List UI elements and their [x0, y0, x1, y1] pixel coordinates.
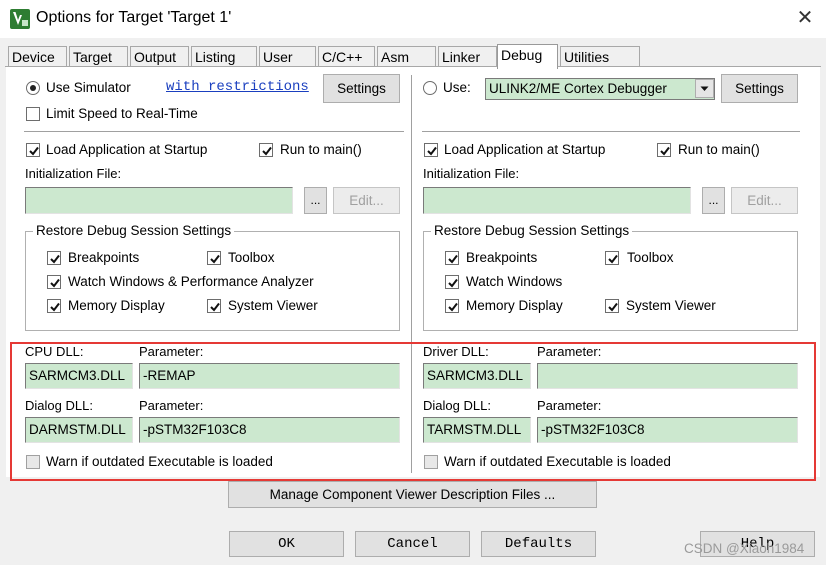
- right-edit-button[interactable]: Edit...: [731, 187, 798, 214]
- right-toolbox-label[interactable]: Toolbox: [627, 250, 674, 265]
- left-run-main-checkbox[interactable]: [259, 143, 273, 157]
- right-toolbox-checkbox[interactable]: [605, 251, 619, 265]
- left-browse-button[interactable]: ...: [304, 187, 327, 214]
- window-title: Options for Target 'Target 1': [36, 9, 232, 26]
- right-init-file-input[interactable]: [423, 187, 691, 214]
- checkmark-icon: [210, 302, 220, 312]
- tab-device[interactable]: Device: [8, 46, 67, 68]
- right-breakpoints-label[interactable]: Breakpoints: [466, 250, 537, 265]
- right-breakpoints-checkbox[interactable]: [445, 251, 459, 265]
- right-watch-label[interactable]: Watch Windows: [466, 274, 562, 289]
- watermark-text: CSDN @Xiaoh1984: [684, 541, 805, 556]
- manage-component-viewer-button[interactable]: Manage Component Viewer Description File…: [228, 481, 597, 508]
- left-breakpoints-checkbox[interactable]: [47, 251, 61, 265]
- checkmark-icon: [262, 146, 272, 156]
- right-restore-group-title: Restore Debug Session Settings: [431, 223, 633, 238]
- use-simulator-label[interactable]: Use Simulator: [46, 80, 131, 95]
- debugger-select-value: ULINK2/ME Cortex Debugger: [489, 81, 667, 96]
- checkmark-icon: [608, 254, 618, 264]
- left-memory-label[interactable]: Memory Display: [68, 298, 165, 313]
- tab-target[interactable]: Target: [69, 46, 128, 68]
- left-sysviewer-checkbox[interactable]: [207, 299, 221, 313]
- dll-highlight-box: [10, 342, 816, 481]
- checkmark-icon: [660, 146, 670, 156]
- simulator-settings-button[interactable]: Settings: [323, 74, 400, 103]
- tab-asm[interactable]: Asm: [377, 46, 436, 68]
- left-init-file-label: Initialization File:: [25, 166, 122, 181]
- left-run-main-label[interactable]: Run to main(): [280, 142, 362, 157]
- tab-utilities[interactable]: Utilities: [560, 46, 640, 68]
- checkmark-icon: [608, 302, 618, 312]
- right-watch-checkbox[interactable]: [445, 275, 459, 289]
- right-load-app-label[interactable]: Load Application at Startup: [444, 142, 605, 157]
- left-breakpoints-label[interactable]: Breakpoints: [68, 250, 139, 265]
- chevron-down-icon[interactable]: [695, 79, 714, 98]
- limit-speed-checkbox[interactable]: [26, 107, 40, 121]
- checkmark-icon: [448, 254, 458, 264]
- defaults-button[interactable]: Defaults: [481, 531, 596, 557]
- tab-output[interactable]: Output: [130, 46, 189, 68]
- right-run-main-checkbox[interactable]: [657, 143, 671, 157]
- left-init-file-input[interactable]: [25, 187, 293, 214]
- right-sysviewer-label[interactable]: System Viewer: [626, 298, 716, 313]
- left-memory-checkbox[interactable]: [47, 299, 61, 313]
- left-restore-group-title: Restore Debug Session Settings: [33, 223, 235, 238]
- debugger-settings-button[interactable]: Settings: [721, 74, 798, 103]
- debugger-select[interactable]: ULINK2/ME Cortex Debugger: [485, 78, 715, 100]
- left-watch-label[interactable]: Watch Windows & Performance Analyzer: [68, 274, 314, 289]
- left-toolbox-checkbox[interactable]: [207, 251, 221, 265]
- use-simulator-radio[interactable]: [26, 81, 40, 95]
- right-separator: [422, 131, 800, 133]
- use-debugger-label[interactable]: Use:: [443, 80, 471, 95]
- checkmark-icon: [29, 146, 39, 156]
- left-load-app-checkbox[interactable]: [26, 143, 40, 157]
- limit-speed-label[interactable]: Limit Speed to Real-Time: [46, 106, 198, 121]
- right-memory-label[interactable]: Memory Display: [466, 298, 563, 313]
- use-debugger-radio[interactable]: [423, 81, 437, 95]
- checkmark-icon: [427, 146, 437, 156]
- tab-listing[interactable]: Listing: [191, 46, 257, 68]
- checkmark-icon: [448, 278, 458, 288]
- left-load-app-label[interactable]: Load Application at Startup: [46, 142, 207, 157]
- checkmark-icon: [210, 254, 220, 264]
- right-sysviewer-checkbox[interactable]: [605, 299, 619, 313]
- right-memory-checkbox[interactable]: [445, 299, 459, 313]
- with-restrictions-link[interactable]: with restrictions: [166, 79, 309, 95]
- keil-app-icon: [10, 9, 30, 29]
- left-separator: [24, 131, 404, 133]
- tab-debug[interactable]: Debug: [497, 44, 558, 69]
- close-icon[interactable]: ✕: [794, 7, 816, 29]
- left-edit-button[interactable]: Edit...: [333, 187, 400, 214]
- checkmark-icon: [448, 302, 458, 312]
- right-run-main-label[interactable]: Run to main(): [678, 142, 760, 157]
- ok-button[interactable]: OK: [229, 531, 344, 557]
- tab-c-cpp[interactable]: C/C++: [318, 46, 375, 68]
- tab-linker[interactable]: Linker: [438, 46, 497, 68]
- right-browse-button[interactable]: ...: [702, 187, 725, 214]
- right-load-app-checkbox[interactable]: [424, 143, 438, 157]
- checkmark-icon: [50, 278, 60, 288]
- checkmark-icon: [50, 254, 60, 264]
- right-init-file-label: Initialization File:: [423, 166, 520, 181]
- left-sysviewer-label[interactable]: System Viewer: [228, 298, 318, 313]
- tab-user[interactable]: User: [259, 46, 316, 68]
- left-toolbox-label[interactable]: Toolbox: [228, 250, 275, 265]
- cancel-button[interactable]: Cancel: [355, 531, 470, 557]
- left-watch-checkbox[interactable]: [47, 275, 61, 289]
- checkmark-icon: [50, 302, 60, 312]
